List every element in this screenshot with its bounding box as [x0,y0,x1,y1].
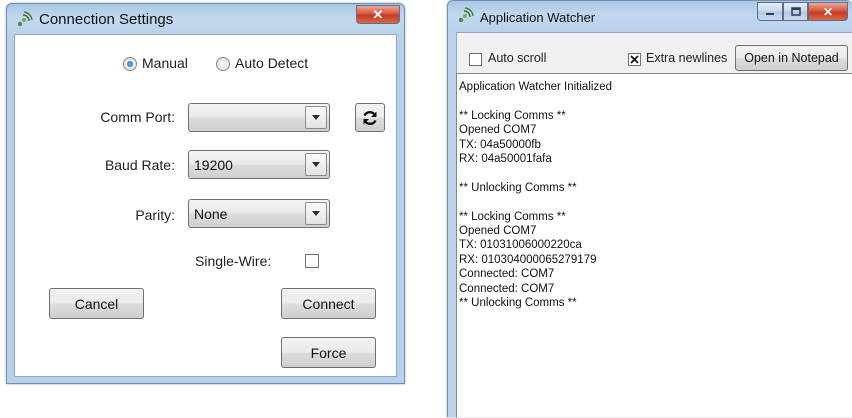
manual-radio-label[interactable]: Manual [142,55,188,71]
baud-rate-select[interactable]: 19200 [188,150,330,179]
force-button[interactable]: Force [281,337,376,368]
refresh-button[interactable] [355,103,385,132]
single-wire-checkbox[interactable] [305,254,319,268]
extra-newlines-label[interactable]: Extra newlines [646,51,727,65]
window-title: Application Watcher [480,10,596,25]
parity-select[interactable]: None [188,199,330,228]
maximize-icon [790,7,801,16]
connection-client-area: Manual Auto Detect Comm Port: Baud Rate:… [14,34,397,377]
title-bar[interactable]: Application Watcher ✕ [448,1,852,31]
connection-settings-window: Connection Settings ✕ Manual Auto Detect… [6,3,405,384]
minimize-button[interactable] [757,2,783,21]
auto-detect-radio-label[interactable]: Auto Detect [235,55,308,71]
auto-scroll-checkbox[interactable] [469,53,482,66]
maximize-button[interactable] [783,2,808,21]
auto-detect-radio[interactable] [216,57,230,71]
log-text: Application Watcher Initialized ** Locki… [459,81,612,310]
close-button[interactable]: ✕ [356,5,400,24]
comm-port-label: Comm Port: [100,109,175,125]
open-in-notepad-button[interactable]: Open in Notepad [735,45,848,71]
connect-button[interactable]: Connect [281,288,376,319]
close-icon: ✕ [822,4,834,19]
close-icon: ✕ [372,6,384,22]
comm-port-select[interactable] [188,103,330,132]
chevron-down-icon[interactable] [305,106,327,129]
minimize-icon [766,12,774,15]
parity-value: None [194,206,228,222]
refresh-icon [363,110,377,125]
chevron-down-icon[interactable] [305,202,327,225]
extra-newlines-checkbox[interactable] [628,53,641,66]
single-wire-label: Single-Wire: [195,253,272,269]
parity-label: Parity: [135,207,175,223]
checkmark-icon [630,55,639,64]
close-button[interactable]: ✕ [808,2,848,21]
baud-rate-label: Baud Rate: [104,157,175,173]
title-bar[interactable]: Connection Settings ✕ [7,4,404,34]
chevron-down-icon[interactable] [305,153,327,176]
app-icon [456,7,474,25]
cancel-button[interactable]: Cancel [49,288,144,319]
window-title: Connection Settings [39,11,174,28]
app-icon [15,11,33,29]
auto-scroll-label[interactable]: Auto scroll [488,51,546,65]
baud-rate-value: 19200 [194,157,233,173]
manual-radio[interactable] [123,57,137,71]
